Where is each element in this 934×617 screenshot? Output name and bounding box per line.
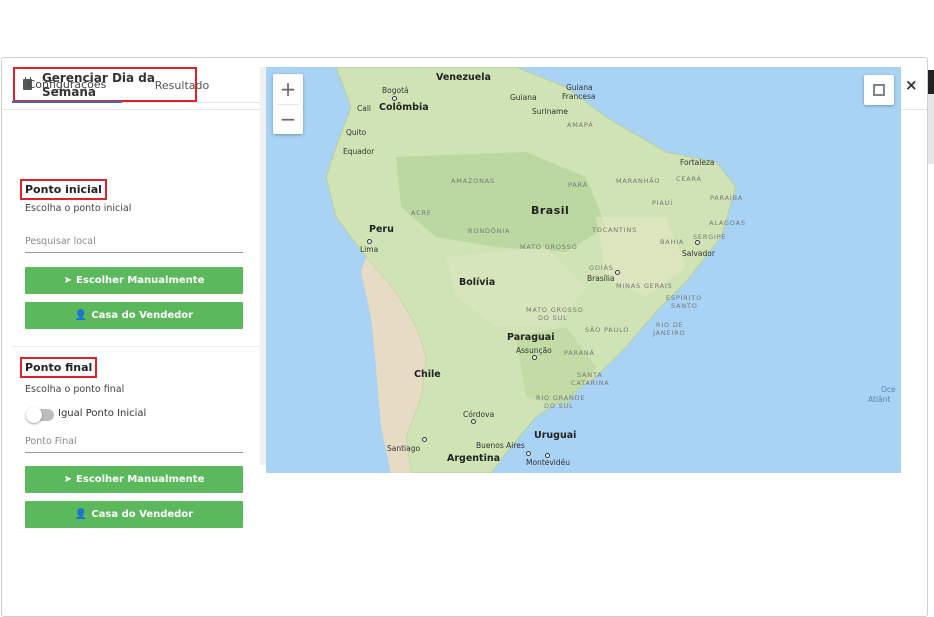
same-start-label: Igual Ponto Inicial (58, 408, 147, 419)
map-label-minas-gerais: MINAS GERAIS (616, 282, 673, 290)
map-label-guiana-francesa-2: Francesa (562, 92, 596, 101)
city-marker-lima (367, 239, 372, 244)
city-marker-salvador (695, 240, 700, 245)
map-label-maranhao: MARANHÃO (616, 177, 661, 185)
map-label-mato-grosso-sul-2: DO SUL (538, 314, 568, 322)
toggle-knob (26, 407, 42, 423)
map-label-argentina: Argentina (447, 453, 501, 464)
map-label-guiana-francesa-1: Guiana (566, 83, 593, 92)
map-view[interactable]: + − Venezuela Guiana Guiana Francesa Sur… (266, 67, 901, 473)
search-location-input[interactable] (25, 231, 243, 253)
map-label-amazonas: AMAZONAS (451, 177, 495, 185)
map-label-goias: GOIÁS (589, 264, 614, 272)
map-label-equador: Equador (343, 147, 375, 156)
start-choose-manually-label: Escolher Manualmente (76, 275, 205, 286)
zoom-in-button[interactable]: + (273, 74, 303, 104)
end-choose-manually-label: Escolher Manualmente (76, 474, 205, 485)
start-seller-home-label: Casa do Vendedor (91, 310, 194, 321)
map-label-brasil: Brasil (531, 204, 570, 217)
city-marker-buenos-aires (526, 451, 531, 456)
map-label-bahia: BAHIA (660, 238, 685, 246)
settings-panel: Configurações Resultado Ponto inicial Es… (12, 67, 260, 537)
map-label-piaui: PIAUÍ (652, 199, 673, 207)
cursor-icon: ➤ (63, 275, 73, 286)
map-label-para: PARÁ (568, 181, 588, 189)
tab-configuracoes[interactable]: Configurações (12, 67, 122, 103)
start-seller-home-button[interactable]: 👤 Casa do Vendedor (25, 302, 243, 329)
map-label-peru: Peru (369, 224, 394, 235)
map-label-ocean-2: Atlânt (868, 395, 891, 404)
end-point-title: Ponto final (20, 357, 98, 378)
map-label-brasilia: Brasília (587, 274, 615, 283)
background-page-edge (927, 70, 934, 94)
map-label-assuncao: Assunção (516, 346, 552, 355)
map-label-rondonia: RONDÔNIA (468, 227, 511, 235)
user-icon: 👤 (74, 310, 88, 321)
map-label-acre: ACRE (411, 209, 432, 217)
map-label-cordova: Córdova (463, 410, 495, 419)
map-label-montevideu: Montevidéu (526, 458, 571, 467)
map-label-sao-paulo: SÃO PAULO (585, 326, 630, 334)
tab-bar: Configurações Resultado (12, 67, 260, 103)
map-label-parana: PARANÁ (564, 349, 595, 357)
start-point-hint: Escolha o ponto inicial (25, 203, 132, 214)
map-label-ocean-1: Oce (881, 385, 896, 394)
city-marker-assuncao (532, 355, 537, 360)
map-label-salvador: Salvador (682, 249, 715, 258)
background-page-edge-lower (927, 94, 934, 164)
map-label-venezuela: Venezuela (436, 72, 491, 83)
city-marker-cordova (471, 419, 476, 424)
map-label-santiago: Santiago (387, 444, 421, 453)
map-label-rio-de-janeiro-2: JANEIRO (653, 329, 686, 337)
map-label-buenos-aires: Buenos Aires (476, 441, 525, 450)
end-seller-home-label: Casa do Vendedor (91, 509, 194, 520)
section-divider (12, 346, 260, 347)
map-label-lima: Lima (360, 245, 379, 254)
map-label-paraiba: PARAÍBA (710, 194, 744, 202)
fullscreen-icon (873, 84, 885, 96)
map-label-colombia: Colômbia (379, 102, 429, 113)
zoom-out-button[interactable]: − (273, 104, 303, 134)
zoom-control: + − (273, 74, 303, 134)
map-label-uruguai: Uruguai (534, 430, 577, 441)
map-label-suriname: Suriname (532, 107, 568, 116)
map-label-mato-grosso: MATO GROSSO (520, 243, 578, 251)
map-label-espirito-santo-1: ESPÍRITO (666, 294, 702, 302)
map-label-santa-catarina-2: CATARINA (571, 379, 610, 387)
tab-resultado[interactable]: Resultado (137, 67, 227, 103)
start-point-title: Ponto inicial (20, 179, 107, 200)
map-label-bolivia: Bolívia (459, 277, 496, 288)
fullscreen-button[interactable] (864, 75, 894, 105)
map-label-ceara: CEARÁ (676, 175, 702, 183)
map-label-chile: Chile (414, 369, 441, 380)
close-icon[interactable]: × (905, 76, 918, 94)
city-marker-bogota (392, 96, 397, 101)
map-label-tocantins: TOCANTINS (592, 226, 638, 234)
map-label-rio-grande-sul-1: RIO GRANDE (536, 394, 586, 402)
start-choose-manually-button[interactable]: ➤ Escolher Manualmente (25, 267, 243, 294)
map-label-amapa: AMAPÁ (567, 121, 594, 129)
map-label-rio-grande-sul-2: DO SUL (544, 402, 574, 410)
map-label-mato-grosso-sul-1: MATO GROSSO (526, 306, 584, 314)
same-start-toggle[interactable] (26, 407, 54, 423)
map-label-fortaleza: Fortaleza (680, 158, 715, 167)
map-label-quito: Quito (346, 128, 367, 137)
map-label-rio-de-janeiro-1: RIO DE (656, 321, 684, 329)
city-marker-santiago (422, 437, 427, 442)
city-marker-brasilia (615, 270, 620, 275)
map-label-espirito-santo-2: SANTO (671, 302, 698, 310)
end-seller-home-button[interactable]: 👤 Casa do Vendedor (25, 501, 243, 528)
zoom-separator (277, 104, 299, 105)
user-icon: 👤 (74, 509, 88, 520)
map-label-bogota: Bogotá (382, 86, 409, 95)
cursor-icon: ➤ (63, 474, 73, 485)
map-label-guiana: Guiana (510, 93, 537, 102)
end-point-input[interactable] (25, 431, 243, 453)
map-label-cali: Cali (357, 104, 372, 113)
end-choose-manually-button[interactable]: ➤ Escolher Manualmente (25, 466, 243, 493)
map-label-santa-catarina-1: SANTA (577, 371, 603, 379)
end-point-hint: Escolha o ponto final (25, 384, 125, 395)
map-label-alagoas: ALAGOAS (709, 219, 746, 227)
map-label-paraguai: Paraguai (507, 332, 555, 343)
